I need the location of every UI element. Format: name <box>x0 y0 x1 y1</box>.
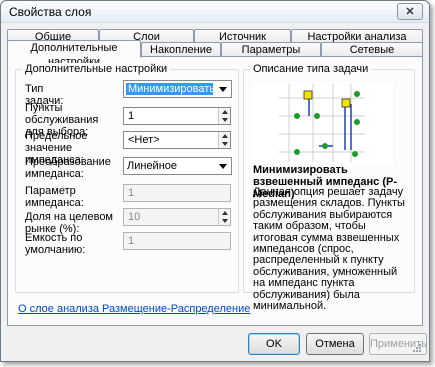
demand-point-icon <box>354 119 360 125</box>
spinner-buttons[interactable] <box>218 132 230 148</box>
arrow-down-icon <box>222 118 228 122</box>
facility-marker <box>341 98 351 108</box>
group-legend: Описание типа задачи <box>250 63 372 75</box>
field-value: 1 <box>128 187 135 199</box>
impedance-transform-label: Преобразование импеданса: <box>25 156 111 180</box>
layer-properties-dialog: Свойства слоя ✕ Общие Слои Источник Наст… <box>0 0 430 362</box>
problem-type-dropdown[interactable]: Минимизировать импеда <box>123 80 232 98</box>
demand-point-icon <box>294 149 300 155</box>
resize-grip-icon[interactable] <box>412 343 422 353</box>
ok-button[interactable]: OK <box>248 333 300 355</box>
arrow-up-icon <box>222 134 228 138</box>
about-layer-link[interactable]: О слое анализа Размещение-Распределение <box>18 303 250 315</box>
arrow-up-icon <box>222 211 228 215</box>
description-body: Данная опция решает задачу размещения ск… <box>253 186 405 313</box>
title-bar[interactable]: Свойства слоя ✕ <box>1 1 429 23</box>
facility-marker <box>303 90 313 100</box>
spinner-value: 1 <box>128 110 135 122</box>
impedance-param-label: Параметр импеданса: <box>25 185 84 209</box>
group-legend: Дополнительные настройки <box>22 63 171 75</box>
impedance-param-field[interactable]: 1 <box>123 184 231 202</box>
dropdown-value: Линейное <box>127 160 178 172</box>
cancel-button[interactable]: Отмена <box>306 333 364 355</box>
facilities-spinner[interactable]: 1 <box>123 107 231 125</box>
spinner-buttons[interactable] <box>218 108 230 124</box>
impedance-cutoff-spinner[interactable]: <Нет> <box>123 131 231 149</box>
tab-label: Накопление <box>150 44 212 56</box>
default-capacity-field[interactable]: 1 <box>123 232 231 250</box>
demand-point-icon <box>354 91 360 97</box>
window-title: Свойства слоя <box>9 5 92 19</box>
close-button[interactable]: ✕ <box>397 3 423 20</box>
demand-point-icon <box>352 151 358 157</box>
impedance-transform-dropdown[interactable]: Линейное <box>123 157 232 175</box>
chevron-down-icon <box>219 164 227 169</box>
arrow-down-icon <box>222 142 228 146</box>
arrow-down-icon <box>222 219 228 223</box>
p-median-diagram <box>253 82 393 165</box>
close-icon: ✕ <box>405 6 415 18</box>
spinner-buttons[interactable] <box>218 209 230 225</box>
arrow-up-icon <box>222 110 228 114</box>
field-value: 1 <box>128 235 135 247</box>
spinner-value: <Нет> <box>128 134 160 146</box>
dropdown-value: Минимизировать импеда <box>126 83 213 95</box>
spinner-value: 10 <box>128 211 141 223</box>
tab-advanced-settings[interactable]: Дополнительные настройки <box>7 40 141 68</box>
demand-point-icon <box>314 113 320 119</box>
demand-point-icon <box>322 143 328 149</box>
chevron-down-icon <box>219 87 227 92</box>
demand-point-icon <box>294 113 300 119</box>
target-share-spinner[interactable]: 10 <box>123 208 231 226</box>
default-capacity-label: Емкость по умолчанию: <box>25 232 86 256</box>
